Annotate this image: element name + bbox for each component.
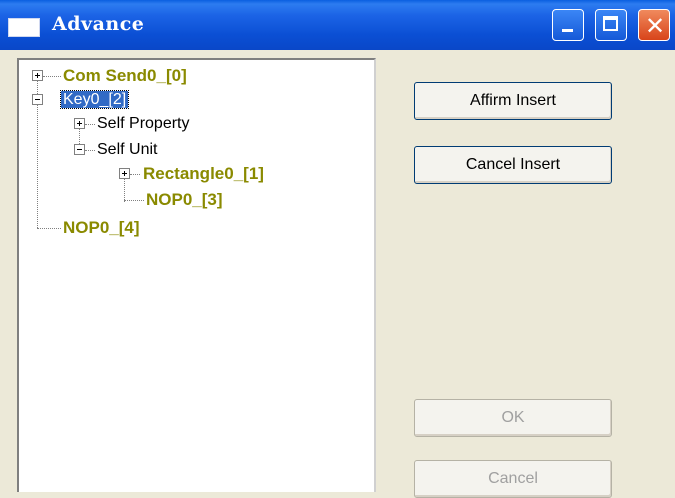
tree-connector-line — [43, 76, 61, 77]
window-app-icon — [8, 18, 40, 37]
tree-node-nop0-4[interactable]: NOP0_[4] — [63, 216, 140, 240]
title-bar[interactable]: Advance ✕ — [0, 0, 675, 50]
cancel-insert-button[interactable]: Cancel Insert — [414, 146, 612, 184]
window-title: Advance — [52, 13, 145, 35]
tree-connector-line — [85, 124, 95, 125]
tree-connector-line — [130, 174, 140, 175]
tree-node-nop0-3[interactable]: NOP0_[3] — [146, 188, 223, 212]
tree-node-com-send0[interactable]: Com Send0_[0] — [63, 64, 187, 88]
expand-plus-icon[interactable] — [32, 70, 43, 81]
tree-connector-line — [85, 150, 95, 151]
affirm-insert-button[interactable]: Affirm Insert — [414, 82, 612, 120]
tree-node-rectangle0[interactable]: Rectangle0_[1] — [143, 162, 264, 186]
collapse-minus-icon[interactable] — [74, 144, 85, 155]
tree-node-self-property[interactable]: Self Property — [97, 112, 189, 136]
tree-node-label: Self Unit — [97, 141, 158, 158]
close-button[interactable]: ✕ — [638, 9, 670, 41]
minimize-icon — [562, 29, 573, 32]
tree-view[interactable]: Com Send0_[0] Key0_[2] Self Property Sel… — [17, 58, 376, 492]
tree-node-label: Com Send0_[0] — [63, 66, 187, 85]
tree-connector-line — [124, 200, 144, 201]
close-icon: ✕ — [645, 12, 666, 40]
expand-plus-icon[interactable] — [119, 168, 130, 179]
tree-node-label: Key0_[2] — [59, 90, 130, 109]
cancel-button[interactable]: Cancel — [414, 460, 612, 498]
maximize-icon — [603, 16, 618, 31]
tree-node-label: NOP0_[3] — [146, 190, 223, 209]
tree-node-label: Rectangle0_[1] — [143, 164, 264, 183]
tree-connector-line — [37, 228, 61, 229]
tree-node-label: NOP0_[4] — [63, 218, 140, 237]
collapse-minus-icon[interactable] — [32, 94, 43, 105]
ok-button[interactable]: OK — [414, 399, 612, 437]
tree-node-key0[interactable]: Key0_[2] — [59, 88, 130, 112]
minimize-button[interactable] — [552, 9, 584, 41]
expand-plus-icon[interactable] — [74, 118, 85, 129]
maximize-button[interactable] — [595, 9, 627, 41]
tree-node-label: Self Property — [97, 115, 190, 132]
tree-node-self-unit[interactable]: Self Unit — [97, 138, 157, 162]
